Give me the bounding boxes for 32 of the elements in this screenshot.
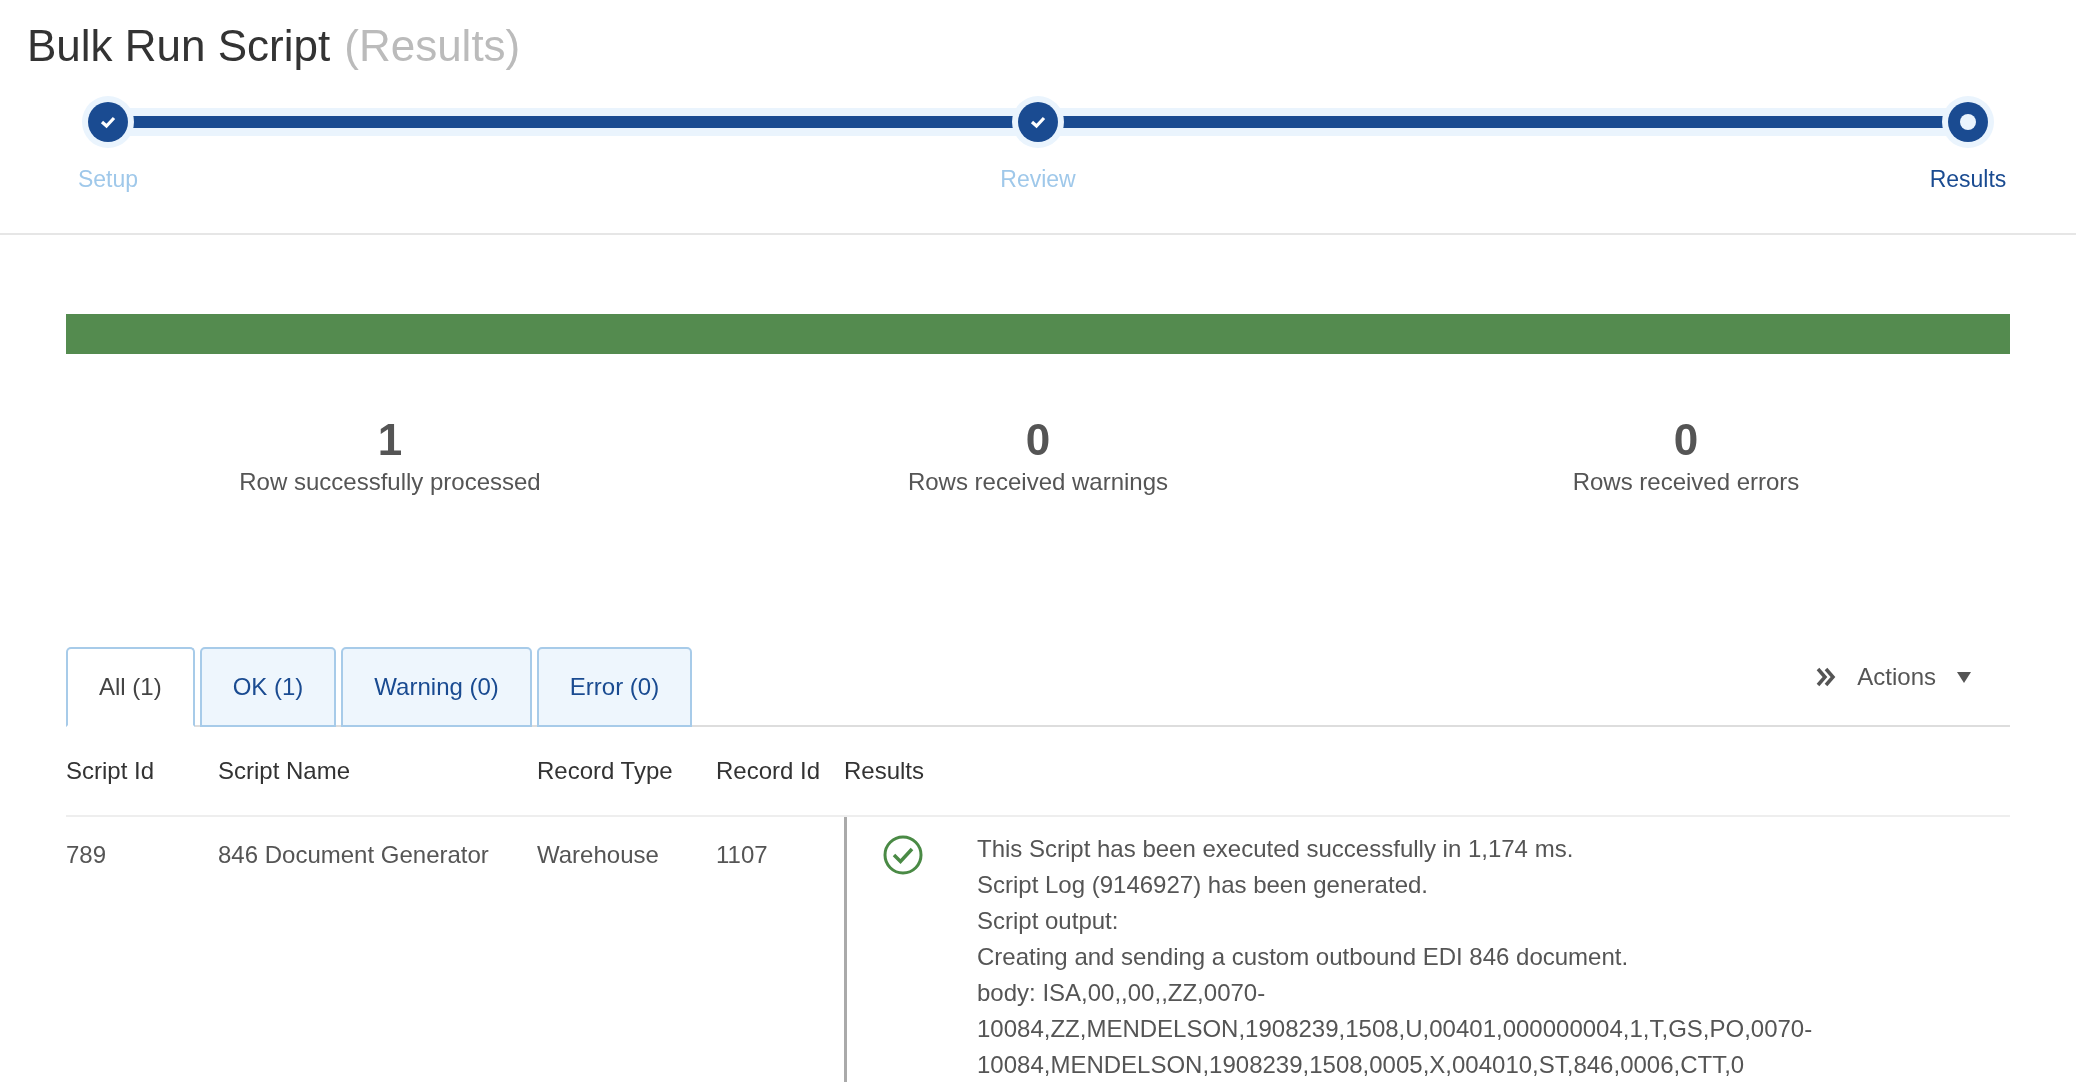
result-line: Script Log (9146927) has been generated. <box>977 870 1429 900</box>
result-line: 10084,MENDELSON,1908239,1508,0005,X,004010,ST,846,0006,CTT,0 <box>977 1050 1746 1080</box>
table-cell: 1107 <box>716 841 768 868</box>
stat-value: 1 <box>377 414 403 466</box>
stat-label: Rows received warnings <box>907 467 1169 497</box>
column-header: Script Name <box>218 757 351 784</box>
stat-value: 0 <box>1025 414 1051 466</box>
stat-label: Row successfully processed <box>239 467 541 497</box>
filter-tab[interactable]: All (1) <box>66 647 195 727</box>
double-chevron-icon <box>1815 666 1838 688</box>
page-subtitle: (Results) <box>344 20 521 72</box>
table-cell: 846 Document Generator <box>218 841 489 868</box>
page-title: Bulk Run Script <box>27 20 331 72</box>
table-cell: 789 <box>66 841 107 868</box>
stat-value: 0 <box>1673 414 1699 466</box>
actions-dropdown[interactable]: Actions <box>1815 659 1972 695</box>
result-line: Creating and sending a custom outbound EDI 846 document. <box>977 942 1630 972</box>
result-line: Script output: <box>977 906 1120 936</box>
column-header: Results <box>844 757 925 784</box>
result-line: This Script has been executed successfully in 1,174 ms. <box>977 834 1575 864</box>
column-header: Record Type <box>537 757 673 784</box>
filter-tab[interactable]: Warning (0) <box>341 647 532 727</box>
step-label[interactable]: Results <box>1929 162 2007 197</box>
filter-tab[interactable]: OK (1) <box>199 647 337 727</box>
result-line: body: ISA,00,,00,,ZZ,0070- <box>977 978 1267 1008</box>
column-header: Record Id <box>716 757 821 784</box>
column-header: Script Id <box>66 757 155 784</box>
table-cell: Warehouse <box>537 841 659 868</box>
caret-icon <box>1956 670 1972 684</box>
result-line: 10084,ZZ,MENDELSON,1908239,1508,U,00401,000000004,1,T,GS,PO,0070- <box>977 1014 1813 1044</box>
stat-label: Rows received errors <box>1572 467 1800 497</box>
filter-tab[interactable]: Error (0) <box>536 647 693 727</box>
